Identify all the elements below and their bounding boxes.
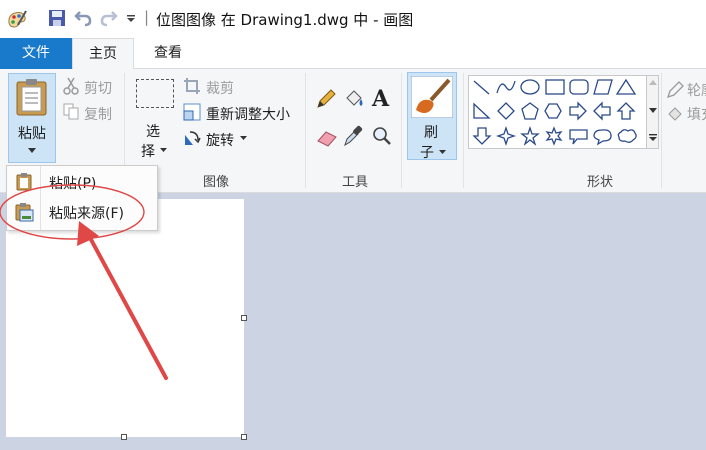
shapes-gallery-icons	[472, 78, 637, 147]
six-point-star-shape-icon	[545, 126, 563, 146]
shapes-group-label: 形状	[586, 175, 613, 190]
resize-handle-bottom[interactable]	[121, 434, 127, 440]
curve-shape-icon	[496, 80, 516, 94]
shapes-gallery[interactable]	[468, 75, 648, 149]
copy-button[interactable]: 复制	[84, 104, 112, 124]
tools-group-label: 工具	[341, 175, 368, 190]
brushes-button[interactable]: 刷 子	[407, 72, 457, 161]
five-point-star-shape-icon	[520, 125, 540, 146]
callout-cloud-shape-icon	[617, 129, 637, 143]
redo-icon[interactable]	[100, 9, 118, 27]
image-group-label: 图像	[202, 175, 229, 190]
tab-file[interactable]: 文件	[0, 38, 72, 69]
paste-dropdown-arrow-icon	[28, 148, 36, 153]
expand-gallery-icon[interactable]	[649, 134, 657, 142]
pencil-icon[interactable]	[316, 89, 336, 109]
group-separator	[661, 73, 662, 188]
down-arrow-shape-icon	[472, 127, 492, 145]
title-bar: | 位图图像 在 Drawing1.dwg 中 - 画图	[0, 0, 706, 38]
resize-handle-corner[interactable]	[241, 434, 247, 440]
cut-button[interactable]: 剪切	[84, 78, 112, 98]
resize-icon	[183, 103, 201, 121]
magnifier-icon[interactable]	[372, 126, 392, 146]
triangle-shape-icon	[615, 78, 637, 95]
color-picker-icon[interactable]	[343, 125, 363, 147]
scissors-icon	[63, 77, 79, 95]
eraser-icon[interactable]	[316, 127, 338, 147]
resize-handle-right[interactable]	[241, 315, 247, 321]
outline-button[interactable]: 轮廓	[687, 80, 706, 100]
paint-app-icon[interactable]	[6, 9, 28, 29]
right-triangle-shape-icon	[473, 102, 491, 119]
qat-separator: |	[144, 8, 150, 26]
undo-icon[interactable]	[74, 9, 92, 27]
brushes-dropdown-arrow-icon	[439, 150, 446, 154]
clipboard-icon	[16, 173, 32, 191]
rotate-icon	[185, 131, 201, 145]
four-point-star-shape-icon	[495, 125, 517, 147]
copy-icon	[63, 103, 79, 120]
clipboard-icon	[16, 79, 47, 116]
paste-label: 粘贴	[18, 126, 46, 142]
text-tool-icon[interactable]: A	[372, 86, 389, 112]
paste-button[interactable]: 粘贴	[8, 73, 56, 163]
select-icon	[136, 79, 174, 108]
left-arrow-shape-icon	[593, 101, 611, 121]
scroll-down-icon[interactable]	[649, 108, 657, 114]
customize-qat-dropdown-icon[interactable]	[126, 14, 136, 24]
save-icon[interactable]	[48, 9, 66, 27]
tab-view[interactable]: 查看	[140, 38, 196, 68]
rotate-dropdown-arrow-icon[interactable]	[240, 136, 247, 141]
select-label-line2: 择	[141, 144, 155, 160]
fill-icon	[668, 107, 682, 121]
crop-button[interactable]: 裁剪	[206, 78, 234, 98]
fill-bucket-icon[interactable]	[343, 89, 365, 109]
menu-item-paste-from[interactable]: 粘贴来源(F)	[7, 199, 157, 225]
group-separator	[463, 73, 464, 188]
menu-item-paste-label: 粘贴(P)	[49, 176, 97, 192]
scroll-up-icon[interactable]	[649, 80, 657, 86]
diamond-shape-icon	[497, 102, 515, 120]
line-shape-icon	[473, 80, 490, 95]
up-arrow-shape-icon	[616, 102, 636, 120]
crop-icon	[184, 78, 200, 94]
callout-oval-shape-icon	[593, 129, 612, 146]
select-button[interactable]: 选	[146, 121, 160, 141]
paste-dropdown-menu: 粘贴(P) 粘贴来源(F)	[6, 165, 158, 231]
right-arrow-shape-icon	[569, 101, 587, 121]
callout-rect-shape-icon	[569, 129, 588, 145]
pentagon-shape-icon	[521, 102, 539, 120]
drawing-canvas[interactable]	[6, 199, 244, 437]
polygon-shape-icon	[593, 79, 613, 95]
group-separator	[305, 73, 306, 188]
rectangle-shape-icon	[545, 79, 565, 95]
brushes-label-line2: 子	[420, 145, 434, 161]
shapes-scrollbar[interactable]	[646, 75, 659, 149]
brushes-label: 刷	[424, 125, 438, 141]
rotate-button[interactable]: 旋转	[206, 130, 234, 150]
outline-icon	[666, 81, 684, 99]
paste-from-icon	[15, 203, 34, 222]
fill-button[interactable]: 填充	[687, 104, 706, 124]
select-dropdown-arrow-icon[interactable]	[160, 148, 167, 153]
menu-item-paste[interactable]: 粘贴(P)	[7, 169, 157, 195]
tab-home[interactable]: 主页	[72, 38, 134, 69]
hexagon-shape-icon	[544, 103, 562, 119]
brush-icon	[411, 76, 453, 118]
oval-shape-icon	[520, 79, 540, 95]
menu-item-paste-from-label: 粘贴来源(F)	[49, 206, 124, 222]
window-title: 位图图像 在 Drawing1.dwg 中 - 画图	[156, 11, 414, 29]
rounded-rectangle-shape-icon	[569, 79, 589, 95]
group-separator	[401, 73, 402, 188]
resize-button[interactable]: 重新调整大小	[206, 104, 290, 124]
